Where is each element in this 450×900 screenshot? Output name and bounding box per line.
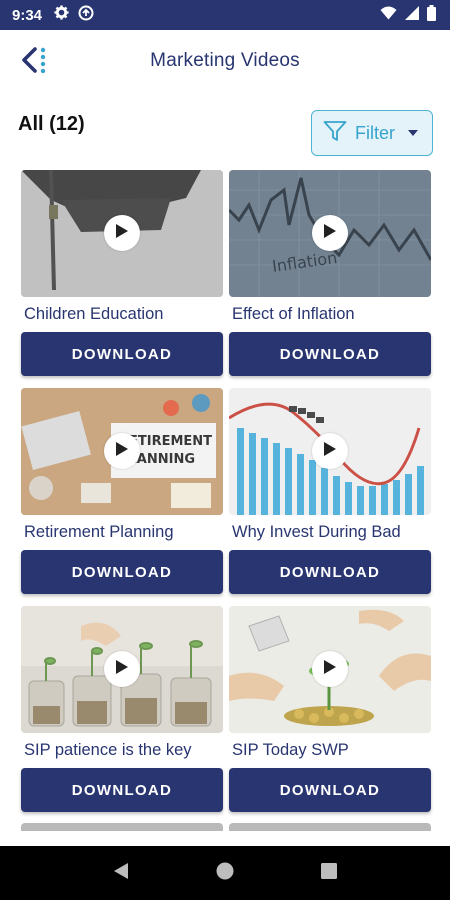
play-button[interactable] [312,433,348,469]
video-thumbnail[interactable] [21,606,223,733]
video-title: Children Education [24,305,164,323]
caret-down-icon [407,124,419,142]
video-title: Retirement Planning [24,523,174,541]
back-triangle-icon[interactable] [113,862,129,885]
video-thumbnail[interactable]: Inflation [229,170,431,297]
play-icon [323,223,337,244]
video-count-label: All (12) [18,113,85,135]
funnel-icon [323,120,347,147]
download-button[interactable]: DOWNLOAD [21,550,223,594]
video-card: SIP Today SWP DOWNLOAD [229,606,431,812]
system-nav-bar [0,846,450,900]
filter-button[interactable]: Filter [311,110,433,156]
signal-icon [405,5,419,25]
next-thumbnail-peek [229,823,431,831]
video-title: SIP patience is the key [24,741,192,759]
video-thumbnail[interactable] [229,606,431,733]
video-title: Effect of Inflation [232,305,355,323]
play-icon [115,223,129,244]
video-thumbnail[interactable]: RETIREMENT PLANNING [21,388,223,515]
play-icon [115,441,129,462]
download-button[interactable]: DOWNLOAD [21,332,223,376]
video-card: Why Invest During Bad DOWNLOAD [229,388,431,594]
video-title: SIP Today SWP [232,741,349,759]
video-card: Children Education DOWNLOAD [21,170,223,376]
next-thumbnail-peek [21,823,223,831]
download-button[interactable]: DOWNLOAD [21,768,223,812]
play-icon [323,441,337,462]
video-card: SIP patience is the key DOWNLOAD [21,606,223,812]
play-button[interactable] [104,433,140,469]
data-saver-icon [78,5,94,26]
filter-label: Filter [355,122,395,143]
battery-icon [427,4,436,26]
status-bar: 9:34 [0,0,450,30]
recents-square-icon[interactable] [320,862,337,884]
play-button[interactable] [104,215,140,251]
gear-icon [54,5,69,25]
video-card: RETIREMENT PLANNING Retirement Planning … [21,388,223,594]
play-icon [323,659,337,680]
app-bar: Marketing Videos [0,30,450,94]
video-thumbnail[interactable] [229,388,431,515]
video-thumbnail[interactable] [21,170,223,297]
wifi-icon [380,6,397,25]
status-time: 9:34 [12,6,43,24]
play-icon [115,659,129,680]
home-circle-icon[interactable] [216,862,234,885]
download-button[interactable]: DOWNLOAD [229,332,431,376]
video-title: Why Invest During Bad [232,523,401,541]
play-button[interactable] [312,215,348,251]
download-button[interactable]: DOWNLOAD [229,768,431,812]
page-title: Marketing Videos [150,50,300,71]
download-button[interactable]: DOWNLOAD [229,550,431,594]
play-button[interactable] [104,651,140,687]
play-button[interactable] [312,651,348,687]
video-card: Inflation Effect of Inflation DOWNLOAD [229,170,431,376]
